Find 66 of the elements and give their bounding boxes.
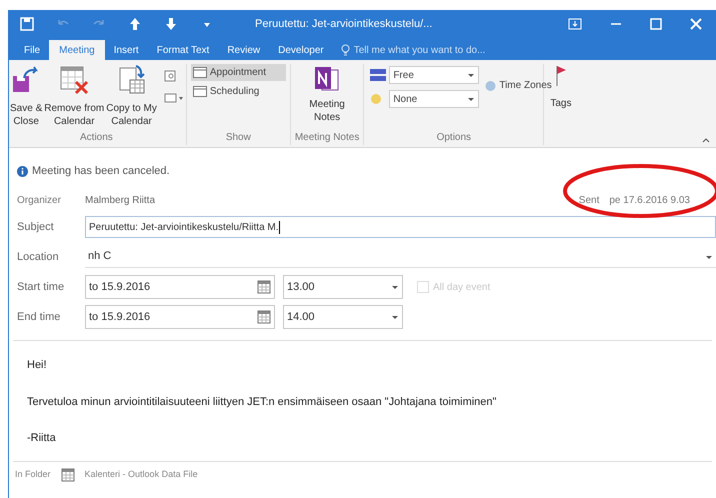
up-arrow-icon[interactable] [127,16,143,32]
dropdown-arrow-icon[interactable] [391,283,399,291]
ribbon-tab[interactable]: File [15,40,50,60]
view-icon [192,86,207,97]
reminder-dropdown[interactable]: None [389,90,480,108]
body-paragraph: Hei! [27,358,48,373]
meeting-notes-button[interactable]: Meeting Notes [294,64,360,130]
calendar-icon[interactable] [60,468,75,482]
maximize-icon[interactable] [650,18,662,30]
ribbon-group-label: Meeting Notes [294,131,360,145]
calendar-icon[interactable] [257,310,271,324]
close-icon[interactable] [690,18,702,30]
date-field[interactable]: to 15.9.2016 [85,305,275,329]
ribbon-button[interactable]: Copy to My Calendar [105,64,158,128]
ribbon-tab[interactable]: Review [218,40,270,60]
ribbon-tab[interactable]: Insert [104,40,148,60]
subject-field[interactable]: Peruutettu: Jet-arviointikeskustelu/Riitta M. [85,216,716,238]
organizer-name: Malmberg Riitta [85,194,156,208]
ribbon-display-icon[interactable] [568,18,582,30]
body-paragraph: Tervetuloa minun arviointitilaisuuteeni liittyen JET:n ensimmäiseen osaan "Johtajana toimiminen" [27,394,498,410]
calendar-delete-icon [58,64,90,96]
ribbon-tab[interactable]: Meeting [49,40,105,60]
globe-icon [485,80,496,92]
calendar-icon[interactable] [257,280,271,294]
lightbulb-icon [340,44,350,56]
ribbon-group-label: Actions [79,131,114,145]
ribbon-group-label: Show [224,131,252,145]
view-button[interactable]: Appointment [190,64,286,81]
time-field[interactable]: 14.00 [283,305,403,329]
folder-name: Kalenteri - Outlook Data File [84,468,198,482]
body-paragraph: -Riitta [27,431,57,446]
message-body[interactable]: Hei! Tervetuloa minun arviointitilaisuuteeni liittyen JET:n ensimmäiseen osaan "Johtajana toimiminen" -Riitta [13,340,712,462]
time-zones-button[interactable]: Time Zones [485,78,552,93]
ribbon-button[interactable]: Remove from Calendar [43,64,106,128]
dropdown-arrow-icon[interactable] [467,71,476,79]
window-title: Peruutettu: Jet-arviointikeskustelu/... [255,16,432,32]
field-label: Sent [578,194,600,208]
tags-button[interactable]: Tags [550,64,572,145]
field-label: Organizer [16,194,62,208]
ribbon-group-label: Options [436,131,472,145]
dropdown-arrow-icon[interactable] [467,95,476,103]
dropdown-arrow-icon[interactable] [391,313,399,321]
field-label: Subject [16,220,55,235]
ribbon-tab[interactable]: Developer [269,40,333,60]
location-field[interactable]: nh C [85,246,716,268]
ribbon-tab[interactable]: Format Text [148,40,218,60]
show-as-icon [370,69,386,81]
time-field[interactable]: 13.00 [283,275,403,299]
field-label: Location [16,250,60,265]
field-label: In Folder [15,468,51,482]
send-icon[interactable] [164,92,184,104]
sent-date: pe 17.6.2016 9.03 [609,194,691,208]
info-message: Meeting has been canceled. [32,164,170,179]
date-field[interactable]: to 15.9.2016 [85,275,275,299]
collapse-ribbon-icon[interactable] [702,137,710,143]
down-arrow-icon[interactable] [163,16,179,32]
field-label: End time [16,310,62,325]
show-as-dropdown[interactable]: Free [389,66,480,84]
flag-icon [554,64,568,88]
info-icon [17,166,28,176]
ribbon-button[interactable]: Save & Close [9,64,44,128]
forward-icon[interactable] [164,70,176,82]
view-button[interactable]: Scheduling [190,83,286,100]
save-icon[interactable] [19,16,35,32]
view-icon [192,67,207,78]
field-label: Start time [16,280,66,295]
